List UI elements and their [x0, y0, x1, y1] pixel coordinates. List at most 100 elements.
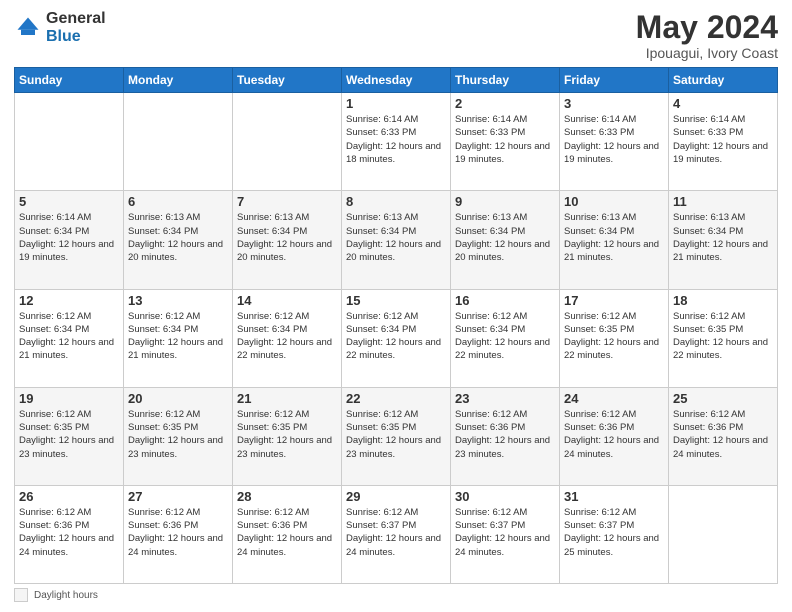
day-info: Sunrise: 6:12 AM Sunset: 6:37 PM Dayligh…: [455, 506, 555, 559]
day-number: 5: [19, 194, 119, 209]
logo-blue-text: Blue: [46, 28, 106, 46]
day-number: 4: [673, 96, 773, 111]
calendar-cell: 30 Sunrise: 6:12 AM Sunset: 6:37 PM Dayli…: [451, 485, 560, 583]
col-sunday: Sunday: [15, 68, 124, 93]
day-number: 6: [128, 194, 228, 209]
day-number: 13: [128, 293, 228, 308]
logo: General Blue: [14, 10, 106, 45]
calendar-cell: 29 Sunrise: 6:12 AM Sunset: 6:37 PM Dayli…: [342, 485, 451, 583]
calendar-cell: 22 Sunrise: 6:12 AM Sunset: 6:35 PM Dayli…: [342, 387, 451, 485]
calendar-cell: 15Sunrise: 6:12 AM Sunset: 6:34 PM Dayli…: [342, 289, 451, 387]
day-number: 9: [455, 194, 555, 209]
day-info: Sunrise: 6:13 AM Sunset: 6:34 PM Dayligh…: [128, 211, 228, 264]
calendar-cell: 7Sunrise: 6:13 AM Sunset: 6:34 PM Daylig…: [233, 191, 342, 289]
col-thursday: Thursday: [451, 68, 560, 93]
calendar-week-3: 19Sunrise: 6:12 AM Sunset: 6:35 PM Dayli…: [15, 387, 778, 485]
day-info: Sunrise: 6:12 AM Sunset: 6:35 PM Dayligh…: [19, 408, 119, 461]
day-number: 20: [128, 391, 228, 406]
day-info: Sunrise: 6:13 AM Sunset: 6:34 PM Dayligh…: [455, 211, 555, 264]
calendar-cell: 11 Sunrise: 6:13 AM Sunset: 6:34 PM Dayli…: [669, 191, 778, 289]
calendar-cell: 13 Sunrise: 6:12 AM Sunset: 6:34 PM Dayli…: [124, 289, 233, 387]
calendar-cell: 25 Sunrise: 6:12 AM Sunset: 6:36 PM Dayli…: [669, 387, 778, 485]
col-tuesday: Tuesday: [233, 68, 342, 93]
calendar-cell: 19Sunrise: 6:12 AM Sunset: 6:35 PM Dayli…: [15, 387, 124, 485]
day-number: 11: [673, 194, 773, 209]
logo-general-text: General: [46, 10, 106, 28]
col-monday: Monday: [124, 68, 233, 93]
title-block: May 2024 Ipouagui, Ivory Coast: [636, 10, 778, 61]
col-friday: Friday: [560, 68, 669, 93]
day-number: 15: [346, 293, 446, 308]
day-number: 21: [237, 391, 337, 406]
day-info: Sunrise: 6:14 AM Sunset: 6:33 PM Dayligh…: [564, 113, 664, 166]
day-info: Sunrise: 6:12 AM Sunset: 6:34 PM Dayligh…: [19, 310, 119, 363]
day-number: 27: [128, 489, 228, 504]
calendar-cell: 14 Sunrise: 6:12 AM Sunset: 6:34 PM Dayli…: [233, 289, 342, 387]
logo-text: General Blue: [46, 10, 106, 45]
daylight-label: Daylight hours: [34, 590, 98, 601]
day-info: Sunrise: 6:13 AM Sunset: 6:34 PM Dayligh…: [673, 211, 773, 264]
day-number: 17: [564, 293, 664, 308]
calendar-cell: 6 Sunrise: 6:13 AM Sunset: 6:34 PM Daylig…: [124, 191, 233, 289]
logo-icon: [14, 14, 42, 42]
daylight-box-icon: [14, 588, 28, 602]
day-number: 29: [346, 489, 446, 504]
calendar-cell: 21 Sunrise: 6:12 AM Sunset: 6:35 PM Dayli…: [233, 387, 342, 485]
day-info: Sunrise: 6:14 AM Sunset: 6:33 PM Dayligh…: [346, 113, 446, 166]
calendar-week-0: 1 Sunrise: 6:14 AM Sunset: 6:33 PM Daylig…: [15, 93, 778, 191]
calendar-cell: [124, 93, 233, 191]
calendar-cell: 16Sunrise: 6:12 AM Sunset: 6:34 PM Dayli…: [451, 289, 560, 387]
day-info: Sunrise: 6:13 AM Sunset: 6:34 PM Dayligh…: [346, 211, 446, 264]
day-info: Sunrise: 6:12 AM Sunset: 6:35 PM Dayligh…: [128, 408, 228, 461]
day-info: Sunrise: 6:12 AM Sunset: 6:37 PM Dayligh…: [564, 506, 664, 559]
calendar-table: Sunday Monday Tuesday Wednesday Thursday…: [14, 67, 778, 584]
calendar-cell: 5 Sunrise: 6:14 AM Sunset: 6:34 PM Daylig…: [15, 191, 124, 289]
calendar-cell: 26Sunrise: 6:12 AM Sunset: 6:36 PM Dayli…: [15, 485, 124, 583]
calendar-body: 1 Sunrise: 6:14 AM Sunset: 6:33 PM Daylig…: [15, 93, 778, 584]
day-number: 1: [346, 96, 446, 111]
calendar-cell: 12 Sunrise: 6:12 AM Sunset: 6:34 PM Dayli…: [15, 289, 124, 387]
header: General Blue May 2024 Ipouagui, Ivory Co…: [14, 10, 778, 61]
day-number: 31: [564, 489, 664, 504]
day-info: Sunrise: 6:12 AM Sunset: 6:36 PM Dayligh…: [128, 506, 228, 559]
day-number: 25: [673, 391, 773, 406]
calendar-cell: 17Sunrise: 6:12 AM Sunset: 6:35 PM Dayli…: [560, 289, 669, 387]
day-number: 22: [346, 391, 446, 406]
calendar-cell: [233, 93, 342, 191]
day-info: Sunrise: 6:12 AM Sunset: 6:36 PM Dayligh…: [564, 408, 664, 461]
day-info: Sunrise: 6:13 AM Sunset: 6:34 PM Dayligh…: [237, 211, 337, 264]
day-info: Sunrise: 6:12 AM Sunset: 6:35 PM Dayligh…: [237, 408, 337, 461]
day-number: 8: [346, 194, 446, 209]
day-number: 16: [455, 293, 555, 308]
page: General Blue May 2024 Ipouagui, Ivory Co…: [0, 0, 792, 612]
calendar-cell: [669, 485, 778, 583]
calendar-header: Sunday Monday Tuesday Wednesday Thursday…: [15, 68, 778, 93]
day-info: Sunrise: 6:12 AM Sunset: 6:34 PM Dayligh…: [237, 310, 337, 363]
footer-note: Daylight hours: [14, 588, 778, 602]
day-number: 23: [455, 391, 555, 406]
day-number: 12: [19, 293, 119, 308]
day-info: Sunrise: 6:12 AM Sunset: 6:36 PM Dayligh…: [19, 506, 119, 559]
day-info: Sunrise: 6:12 AM Sunset: 6:37 PM Dayligh…: [346, 506, 446, 559]
day-info: Sunrise: 6:12 AM Sunset: 6:35 PM Dayligh…: [346, 408, 446, 461]
day-info: Sunrise: 6:12 AM Sunset: 6:35 PM Dayligh…: [673, 310, 773, 363]
day-info: Sunrise: 6:14 AM Sunset: 6:33 PM Dayligh…: [455, 113, 555, 166]
col-wednesday: Wednesday: [342, 68, 451, 93]
day-number: 18: [673, 293, 773, 308]
day-info: Sunrise: 6:12 AM Sunset: 6:36 PM Dayligh…: [673, 408, 773, 461]
calendar-cell: 4Sunrise: 6:14 AM Sunset: 6:33 PM Daylig…: [669, 93, 778, 191]
subtitle: Ipouagui, Ivory Coast: [636, 45, 778, 61]
header-row: Sunday Monday Tuesday Wednesday Thursday…: [15, 68, 778, 93]
day-number: 30: [455, 489, 555, 504]
day-info: Sunrise: 6:14 AM Sunset: 6:34 PM Dayligh…: [19, 211, 119, 264]
calendar-cell: 2Sunrise: 6:14 AM Sunset: 6:33 PM Daylig…: [451, 93, 560, 191]
calendar-cell: 3Sunrise: 6:14 AM Sunset: 6:33 PM Daylig…: [560, 93, 669, 191]
calendar-cell: 9 Sunrise: 6:13 AM Sunset: 6:34 PM Daylig…: [451, 191, 560, 289]
calendar-cell: [15, 93, 124, 191]
day-number: 24: [564, 391, 664, 406]
day-info: Sunrise: 6:13 AM Sunset: 6:34 PM Dayligh…: [564, 211, 664, 264]
day-info: Sunrise: 6:12 AM Sunset: 6:34 PM Dayligh…: [128, 310, 228, 363]
day-number: 14: [237, 293, 337, 308]
day-number: 28: [237, 489, 337, 504]
day-info: Sunrise: 6:12 AM Sunset: 6:36 PM Dayligh…: [455, 408, 555, 461]
